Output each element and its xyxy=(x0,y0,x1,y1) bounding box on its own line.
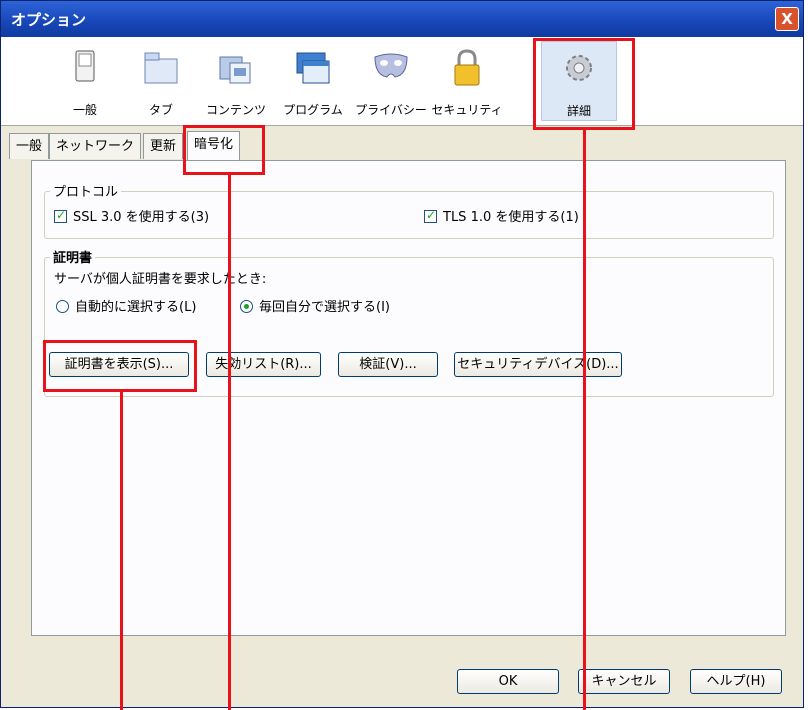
certificates-title: 証明書 xyxy=(50,247,96,266)
encryption-panel: プロトコル ✓ SSL 3.0 を使用する(3) ✓ TLS 1.0 を使用する(1… xyxy=(31,160,786,636)
subtab-encryption[interactable]: 暗号化 xyxy=(187,131,241,161)
mask-icon xyxy=(374,53,408,78)
content-icon xyxy=(219,56,251,84)
verify-button[interactable]: 検証(V)... xyxy=(338,352,438,377)
toolbar-content-label: コンテンツ xyxy=(205,103,266,117)
tabs-icon xyxy=(144,52,178,84)
subtab-general[interactable]: 一般 xyxy=(9,133,50,159)
protocol-title: プロトコル xyxy=(50,181,122,200)
radio-selected-icon xyxy=(240,300,253,313)
ask-every-time-label: 毎回自分で選択する(I) xyxy=(259,300,390,315)
ask-every-time-radio[interactable]: 毎回自分で選択する(I) xyxy=(240,296,390,315)
toolbar-general[interactable]: 一般 xyxy=(47,41,123,121)
ok-button[interactable]: OK xyxy=(457,669,559,694)
auto-select-radio[interactable]: 自動的に選択する(L) xyxy=(56,296,196,315)
toolbar-privacy-label: プライバシー xyxy=(355,103,427,117)
close-button[interactable]: X xyxy=(775,7,799,31)
toolbar-privacy[interactable]: プライバシー xyxy=(353,41,429,121)
window-title: オプション xyxy=(11,11,87,29)
certificate-request-prompt: サーバが個人証明書を要求したとき: xyxy=(54,272,267,287)
toolbar-tabs[interactable]: タブ xyxy=(123,41,199,121)
cancel-button[interactable]: キャンセル xyxy=(578,669,670,694)
toolbar-programs-label: プログラム xyxy=(283,103,343,117)
revocation-list-button[interactable]: 失効リスト(R)... xyxy=(206,352,321,377)
toolbar-security[interactable]: セキュリティ xyxy=(429,41,505,121)
view-certificates-pointer-line xyxy=(120,392,123,710)
checkbox-checked-icon: ✓ xyxy=(54,208,67,223)
view-certificates-button[interactable]: 証明書を表示(S)... xyxy=(49,352,189,377)
radio-empty-icon xyxy=(56,300,69,313)
subtab-update[interactable]: 更新 xyxy=(143,133,184,159)
toolbar-advanced-label: 詳細 xyxy=(566,104,591,118)
subtab-network[interactable]: ネットワーク xyxy=(49,133,142,159)
security-devices-button[interactable]: セキュリティデバイス(D)... xyxy=(454,352,622,377)
category-toolbar: 一般 タブ コンテンツ プログラム プライバシー セキュリティ 詳細 xyxy=(1,37,803,126)
switch-icon xyxy=(75,50,95,82)
toolbar-general-label: 一般 xyxy=(72,103,97,117)
toolbar-security-label: セキュリティ xyxy=(431,103,503,117)
toolbar-advanced[interactable]: 詳細 xyxy=(541,41,617,121)
programs-icon xyxy=(296,52,330,84)
advanced-pointer-line xyxy=(583,130,586,710)
lock-icon xyxy=(454,49,480,86)
tls-checkbox[interactable]: ✓ TLS 1.0 を使用する(1) xyxy=(424,206,579,225)
toolbar-tabs-label: タブ xyxy=(148,103,173,117)
auto-select-label: 自動的に選択する(L) xyxy=(75,300,197,315)
toolbar-programs[interactable]: プログラム xyxy=(275,41,351,121)
ssl-label: SSL 3.0 を使用する(3) xyxy=(73,210,210,225)
encryption-pointer-line xyxy=(228,175,231,710)
ssl-checkbox[interactable]: ✓ SSL 3.0 を使用する(3) xyxy=(54,206,209,225)
tls-label: TLS 1.0 を使用する(1) xyxy=(443,210,579,225)
help-button[interactable]: ヘルプ(H) xyxy=(690,669,782,694)
gear-icon xyxy=(566,55,592,81)
title-bar[interactable]: オプション X xyxy=(1,1,803,37)
checkbox-checked-icon: ✓ xyxy=(424,208,437,223)
toolbar-content[interactable]: コンテンツ xyxy=(198,41,274,121)
